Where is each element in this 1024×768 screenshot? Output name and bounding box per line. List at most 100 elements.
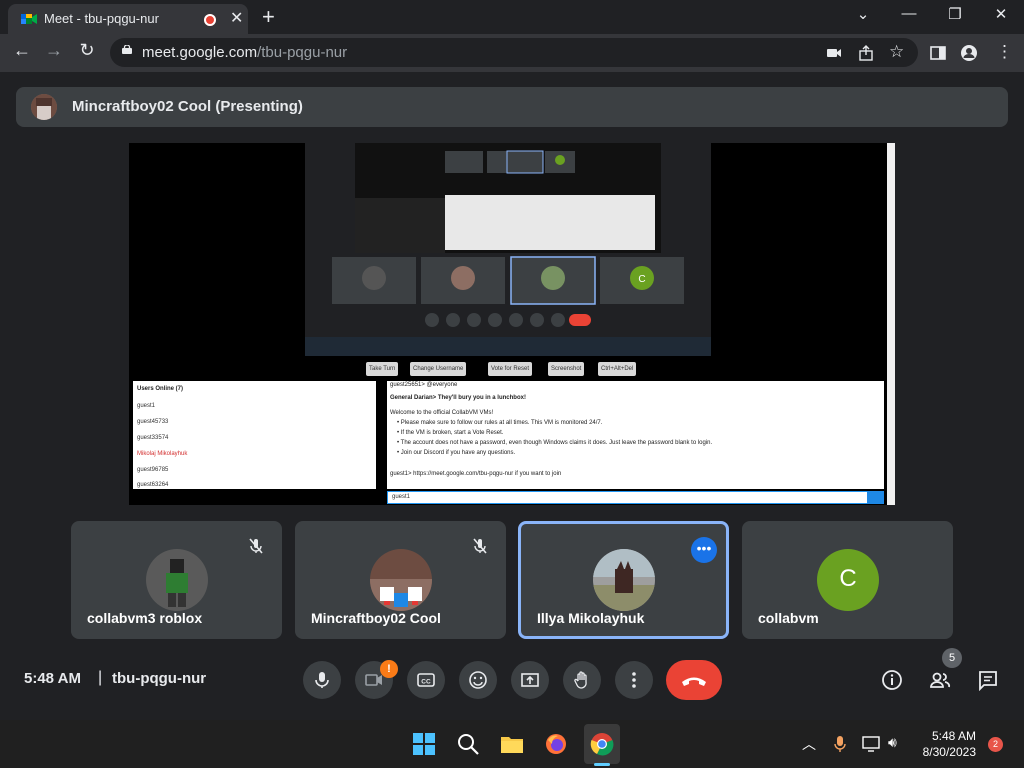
users-online-header: Users Online (7) <box>137 386 184 392</box>
chat-line: • Join our Discord if you have any quest… <box>397 450 516 456</box>
emoji-icon <box>469 671 487 689</box>
presenter-name: Mincraftboy02 Cool (Presenting) <box>72 98 303 115</box>
back-icon[interactable]: ← <box>10 40 34 61</box>
meeting-code: tbu-pqgu-nur <box>112 670 207 687</box>
more-options-button[interactable] <box>615 661 653 699</box>
chat-line: • The account does not have a password, … <box>397 440 713 446</box>
chrome-icon[interactable] <box>590 732 614 756</box>
participants-count-badge: 5 <box>942 648 962 668</box>
user-item: guest63264 <box>137 482 169 488</box>
bookmark-star-icon[interactable]: ☆ <box>889 42 904 62</box>
lock-icon <box>122 45 132 54</box>
participant-avatar: C <box>817 549 879 611</box>
taskbar-search-icon[interactable] <box>456 732 480 756</box>
window-close-icon[interactable]: ✕ <box>989 5 1013 23</box>
tab-title: Meet - tbu-pqgu-nur <box>44 11 159 26</box>
user-item: guest33574 <box>137 435 169 441</box>
taskbar-clock-date[interactable]: 8/30/2023 <box>900 745 976 759</box>
profile-icon[interactable] <box>960 44 978 62</box>
minimize-icon[interactable]: — <box>897 5 921 22</box>
shared-screen-scrollbar <box>887 143 895 505</box>
present-screen-icon <box>521 673 539 687</box>
vm-button-row: Take Turn Change Username Vote for Reset… <box>366 362 652 377</box>
chat-line: • If the VM is broken, start a Vote Rese… <box>397 430 504 436</box>
hand-icon <box>574 671 587 689</box>
reload-icon[interactable]: ↻ <box>75 40 99 61</box>
participant-avatar <box>146 549 208 611</box>
meeting-info-icon[interactable] <box>881 669 903 691</box>
people-icon[interactable] <box>929 669 951 691</box>
recording-indicator-icon <box>204 14 216 26</box>
tab-close-icon[interactable]: ✕ <box>230 8 243 28</box>
end-call-icon <box>682 677 706 686</box>
browser-tab[interactable]: Meet - tbu-pqgu-nur ✕ <box>8 4 248 34</box>
vote-reset-button: Vote for Reset <box>488 362 533 376</box>
address-bar[interactable]: meet.google.com/tbu-pqgu-nur <box>110 38 918 67</box>
share-icon[interactable] <box>857 44 875 62</box>
network-icon[interactable] <box>862 736 880 752</box>
user-item: Mikolaj Mikolayhuk <box>137 451 188 457</box>
vm-send-icon <box>867 491 884 504</box>
participant-tile-active[interactable]: ••• Illya Mikolayhuk <box>518 521 729 639</box>
participant-tile[interactable]: C collabvm <box>742 521 953 639</box>
firefox-icon[interactable] <box>544 732 568 756</box>
url-path: /tbu-pqgu-nur <box>257 44 348 61</box>
nested-meet-thumbnail: C <box>332 143 684 327</box>
participant-name: collabvm <box>758 610 819 626</box>
presenting-banner: Mincraftboy02 Cool (Presenting) <box>16 87 1008 127</box>
side-panel-icon[interactable] <box>929 44 947 62</box>
participant-tile[interactable]: collabvm3 roblox <box>71 521 282 639</box>
user-item: guest45733 <box>137 419 169 425</box>
mic-off-icon <box>473 538 487 554</box>
raise-hand-button[interactable] <box>563 661 601 699</box>
chat-icon[interactable] <box>977 669 999 691</box>
participant-name: Illya Mikolayhuk <box>537 610 645 626</box>
vm-users-list: Users Online (7) guest1 guest45733 guest… <box>133 381 376 489</box>
file-explorer-icon[interactable] <box>500 732 524 756</box>
captions-button[interactable]: CC <box>407 661 445 699</box>
participant-name: Mincraftboy02 Cool <box>311 610 441 626</box>
mic-button[interactable] <box>303 661 341 699</box>
camera-warning-badge: ! <box>380 660 398 678</box>
participant-avatar <box>593 549 655 611</box>
url-host: meet.google.com <box>142 44 258 61</box>
tray-overflow-icon[interactable]: ︿ <box>802 734 816 754</box>
camera-permission-icon[interactable] <box>825 44 843 62</box>
tab-search-icon[interactable]: ⌄ <box>851 5 875 23</box>
participant-name: collabvm3 roblox <box>87 610 203 626</box>
notification-badge[interactable]: 2 <box>988 737 1003 752</box>
participant-tile[interactable]: Mincraftboy02 Cool <box>295 521 506 639</box>
forward-icon[interactable]: → <box>42 40 66 61</box>
chat-line: • Please make sure to follow our rules a… <box>397 420 603 426</box>
chat-line: guest1> https://meet.google.com/tbu-pqgu… <box>390 471 562 477</box>
vm-chat-input: guest1 <box>387 491 884 504</box>
reactions-button[interactable] <box>459 661 497 699</box>
volume-icon[interactable]: 🔊︎ <box>888 734 897 751</box>
presenter-avatar <box>31 94 57 120</box>
user-item: guest1 <box>137 403 156 409</box>
svg-text:CC: CC <box>421 679 431 686</box>
meeting-time: 5:48 AM <box>24 670 81 687</box>
windows-start-icon[interactable] <box>412 732 436 756</box>
new-tab-button[interactable]: + <box>262 4 275 30</box>
chrome-running-indicator <box>594 763 610 766</box>
vm-taskbar <box>305 337 711 356</box>
chat-line: guest25651> @everyone <box>390 382 458 388</box>
meet-favicon-icon <box>21 14 37 24</box>
leave-call-button[interactable] <box>666 660 722 700</box>
user-item: guest96785 <box>137 467 169 473</box>
mic-off-icon <box>249 538 263 554</box>
taskbar-clock-time[interactable]: 5:48 AM <box>900 729 976 743</box>
browser-menu-icon[interactable]: ⋮ <box>996 42 1013 62</box>
more-options-icon[interactable]: ••• <box>691 537 717 563</box>
meeting-separator: | <box>98 669 103 686</box>
avatar-letter: C <box>839 565 857 592</box>
participant-avatar <box>370 549 432 611</box>
vm-chat-log: guest25651> @everyone General Darian> Th… <box>387 381 884 489</box>
restore-icon[interactable]: ❐ <box>943 5 967 23</box>
chat-input-user: guest1 <box>392 494 411 500</box>
present-button[interactable] <box>511 661 549 699</box>
tray-mic-icon[interactable] <box>833 735 847 753</box>
take-turn-button: Take Turn <box>366 362 399 376</box>
closed-captions-icon: CC <box>417 673 435 687</box>
